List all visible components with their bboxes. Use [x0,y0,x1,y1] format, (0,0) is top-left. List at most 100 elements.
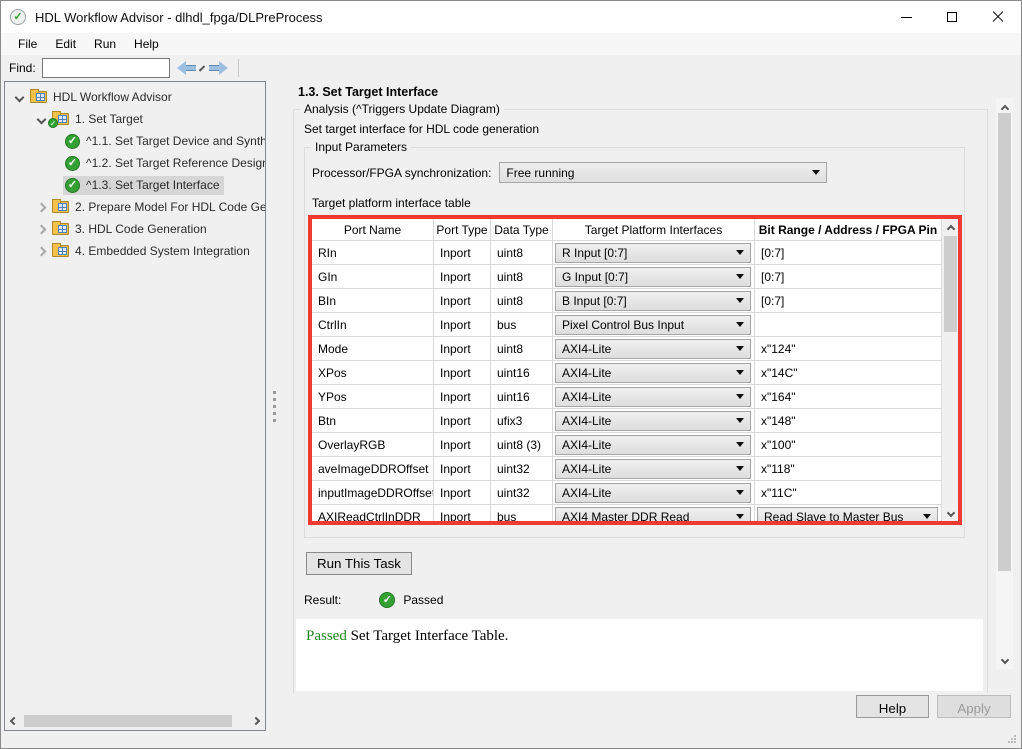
tree-item[interactable]: 4. Embedded System Integration [5,240,265,262]
table-row: YPosInportuint16AXI4-Litex"164" [312,385,941,409]
scroll-left-button[interactable] [6,713,22,729]
data-type-cell: uint16 [491,361,553,384]
tree-item[interactable]: 2. Prepare Model For HDL Code Generatio [5,196,265,218]
bit-range-cell: x"164" [755,385,941,408]
close-button[interactable] [975,1,1021,33]
input-parameters-group: Input Parameters Processor/FPGA synchron… [304,140,965,538]
bit-range-cell: [0:7] [755,241,941,264]
dropdown-arrow-icon [736,346,744,351]
chevron-down-icon[interactable] [36,114,46,124]
scroll-up-button[interactable] [942,221,959,235]
tree-item-label: 2. Prepare Model For HDL Code Generatio [75,200,265,214]
selected-value: B Input [0:7] [556,294,736,308]
bit-range-cell: Read Slave to Master Bus [755,505,941,521]
scroll-down-button[interactable] [996,652,1013,666]
tree-item-label: 1. Set Target [75,112,143,126]
header-port-name: Port Name [312,219,434,240]
window-title: HDL Workflow Advisor - dlhdl_fpga/DLPreP… [35,10,323,25]
selected-value: G Input [0:7] [556,270,736,284]
scroll-right-button[interactable] [248,713,264,729]
selected-value: AXI4-Lite [556,342,736,356]
scrollbar-thumb[interactable] [998,113,1011,571]
minimize-icon [901,17,912,18]
bit-range-cell: [0:7] [755,265,941,288]
chevron-right-icon[interactable] [36,202,46,212]
bit-range-select[interactable]: Read Slave to Master Bus [757,507,938,522]
interface-cell: AXI4-Lite [553,481,755,504]
selected-value: AXI4-Lite [556,486,736,500]
task-passed-icon: ✓ [65,134,80,149]
tree-item[interactable]: ✓^1.3. Set Target Interface [5,174,265,196]
maximize-button[interactable] [929,1,975,33]
chevron-right-icon[interactable] [36,246,46,256]
menu-help[interactable]: Help [125,35,168,53]
tree-item[interactable]: ✓1. Set Target [5,108,265,130]
data-type-cell: uint8 [491,337,553,360]
selected-value: AXI4-Lite [556,414,736,428]
menu-edit[interactable]: Edit [46,35,85,53]
interface-select[interactable]: AXI4-Lite [555,339,751,359]
app-icon: ✓ [10,9,26,25]
dropdown-arrow-icon [736,370,744,375]
table-row: GInInportuint8G Input [0:7][0:7] [312,265,941,289]
help-button[interactable]: Help [856,695,929,718]
find-previous-button[interactable] [177,60,199,76]
port-type-cell: Inport [434,361,491,384]
maximize-icon [947,12,957,22]
interface-select[interactable]: AXI4-Lite [555,435,751,455]
apply-button[interactable]: Apply [937,695,1011,718]
chevron-down-icon[interactable] [14,92,24,102]
port-type-cell: Inport [434,289,491,312]
port-name-cell: BIn [312,289,434,312]
port-type-cell: Inport [434,505,491,521]
chevron-right-icon[interactable] [36,224,46,234]
interface-select[interactable]: AXI4-Lite [555,483,751,503]
interface-select[interactable]: AXI4-Lite [555,411,751,431]
menu-run[interactable]: Run [85,35,125,53]
interface-select[interactable]: AXI4-Lite [555,387,751,407]
table-row: ModeInportuint8AXI4-Litex"124" [312,337,941,361]
tree-item-label: HDL Workflow Advisor [53,90,172,104]
minimize-button[interactable] [883,1,929,33]
scrollbar-thumb[interactable] [24,715,232,727]
data-type-cell: uint8 [491,241,553,264]
run-this-task-button[interactable]: Run This Task [306,552,412,575]
interface-select[interactable]: AXI4-Lite [555,459,751,479]
scroll-down-button[interactable] [942,505,959,519]
find-next-button[interactable] [206,60,228,76]
tree-item[interactable]: ✓^1.2. Set Target Reference Design [5,152,265,174]
find-combobox[interactable] [42,58,170,78]
menu-file[interactable]: File [9,35,46,53]
port-name-cell: OverlayRGB [312,433,434,456]
interface-select[interactable]: AXI4-Lite [555,363,751,383]
result-label: Result: [304,593,341,607]
tree-item[interactable]: ✓^1.1. Set Target Device and Synthesi [5,130,265,152]
workflow-tree-panel: HDL Workflow Advisor✓1. Set Target✓^1.1.… [4,81,266,731]
header-port-type: Port Type [434,219,491,240]
bit-range-cell [755,313,941,336]
scrollbar-thumb[interactable] [944,236,957,332]
message-text: Set Target Interface Table. [351,628,509,644]
interface-select[interactable]: B Input [0:7] [555,291,751,311]
tree-item[interactable]: HDL Workflow Advisor [5,86,265,108]
panel-vertical-scrollbar[interactable] [996,98,1013,669]
dropdown-arrow-icon [736,322,744,327]
result-message-box: Passed Set Target Interface Table. [296,619,983,691]
interface-select[interactable]: G Input [0:7] [555,267,751,287]
tree-item[interactable]: 3. HDL Code Generation [5,218,265,240]
table-vertical-scrollbar[interactable] [941,219,958,521]
port-name-cell: Btn [312,409,434,432]
interface-select[interactable]: Pixel Control Bus Input [555,315,751,335]
interface-select[interactable]: AXI4 Master DDR Read [555,507,751,522]
bit-range-cell: x"14C" [755,361,941,384]
data-type-cell: uint32 [491,481,553,504]
sync-select[interactable]: Free running [499,162,827,183]
dropdown-arrow-icon [736,250,744,255]
folder-icon [52,201,69,213]
resize-grip[interactable] [1007,734,1017,744]
tree-horizontal-scrollbar[interactable] [6,713,264,729]
panel-splitter[interactable] [273,391,276,422]
interface-select[interactable]: R Input [0:7] [555,243,751,263]
selected-value: AXI4-Lite [556,438,736,452]
dropdown-arrow-icon [736,442,744,447]
